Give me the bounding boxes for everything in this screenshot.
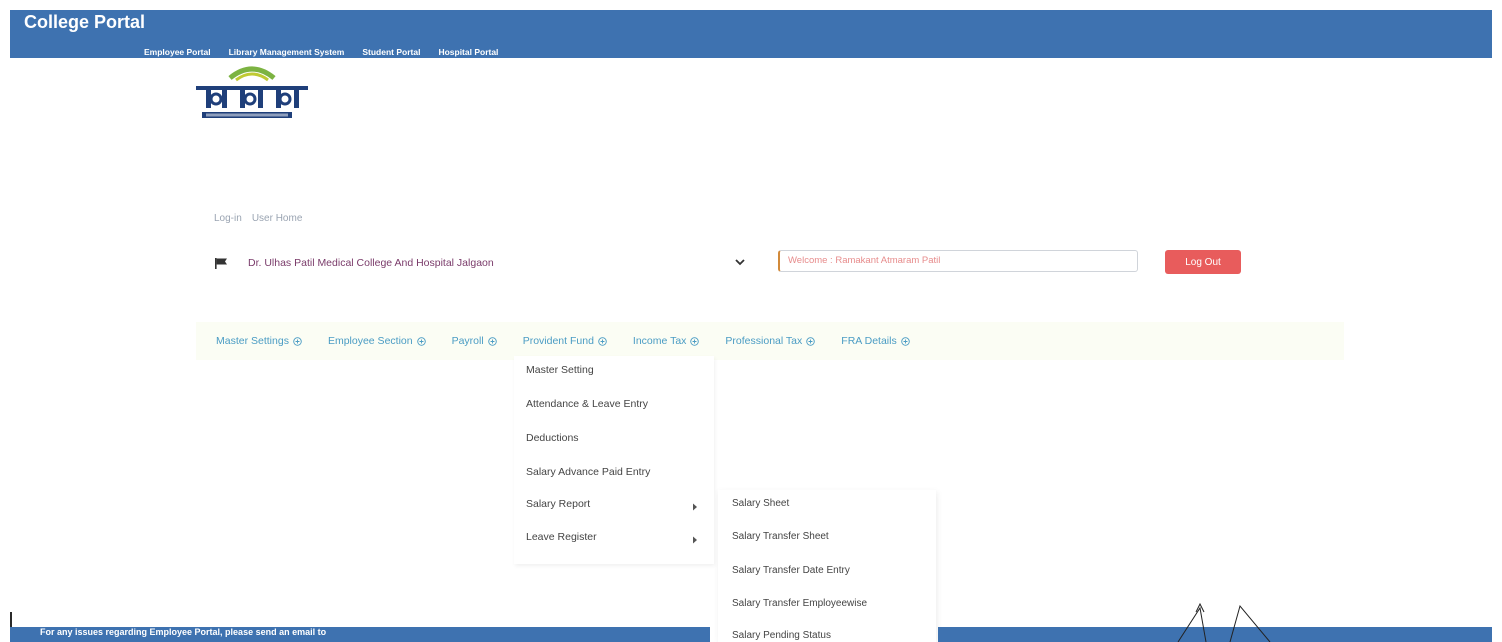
submenu-salary-pending-status[interactable]: Salary Pending Status <box>732 630 831 641</box>
menu-item-master-setting[interactable]: Master Setting <box>526 364 594 376</box>
breadcrumb-user-home[interactable]: User Home <box>252 213 303 224</box>
nav-provident-fund[interactable]: Provident Fund <box>523 335 607 347</box>
nav-label: Master Settings <box>216 335 289 347</box>
submenu-salary-transfer-sheet[interactable]: Salary Transfer Sheet <box>732 531 829 542</box>
welcome-field[interactable]: Welcome : Ramakant Atmaram Patil <box>778 250 1138 272</box>
footer-decoration <box>1177 602 1271 642</box>
menu-item-salary-report[interactable]: Salary Report <box>526 498 590 510</box>
plus-circle-icon <box>900 336 910 346</box>
app-title: College Portal <box>24 12 146 32</box>
nav-label: Income Tax <box>632 335 687 347</box>
nav-label: Provident Fund <box>522 335 594 347</box>
submenu-salary-transfer-employeewise[interactable]: Salary Transfer Employeewise <box>732 598 867 609</box>
nav-label: Payroll <box>451 335 484 347</box>
logout-button[interactable]: Log Out <box>1165 250 1241 274</box>
submenu-salary-transfer-date-entry[interactable]: Salary Transfer Date Entry <box>732 565 850 576</box>
portal-link-student[interactable]: Student Portal <box>362 47 420 57</box>
college-select-value: Dr. Ulhas Patil Medical College And Hosp… <box>248 257 494 269</box>
menu-item-deductions[interactable]: Deductions <box>526 432 579 444</box>
plus-circle-icon <box>598 336 607 346</box>
plus-circle-icon <box>487 336 497 346</box>
submenu-salary-sheet[interactable]: Salary Sheet <box>732 498 789 509</box>
nav-label: Professional Tax <box>725 335 803 347</box>
nav-master-settings[interactable]: Master Settings <box>216 335 302 347</box>
nav-payroll[interactable]: Payroll <box>452 335 497 347</box>
nav-professional-tax[interactable]: Professional Tax <box>725 335 816 347</box>
chevron-down-icon[interactable] <box>733 255 747 269</box>
menu-item-attendance-leave[interactable]: Attendance & Leave Entry <box>526 398 648 410</box>
payroll-dropdown: Master Setting Attendance & Leave Entry … <box>514 356 714 564</box>
salary-report-submenu: Salary Sheet Salary Transfer Sheet Salar… <box>718 490 936 642</box>
college-select[interactable]: Dr. Ulhas Patil Medical College And Hosp… <box>214 253 774 273</box>
nav-income-tax[interactable]: Income Tax <box>633 335 700 347</box>
portal-links: Employee Portal Library Management Syste… <box>144 47 498 57</box>
menu-item-leave-register[interactable]: Leave Register <box>526 531 597 543</box>
college-logo <box>196 66 308 118</box>
breadcrumb: Log-in User Home <box>214 213 302 224</box>
plus-circle-icon <box>293 336 302 346</box>
main-nav: Master Settings Employee Section Payroll… <box>196 322 1344 360</box>
nav-employee-section[interactable]: Employee Section <box>328 335 426 347</box>
nav-label: Employee Section <box>327 335 413 347</box>
portal-link-library[interactable]: Library Management System <box>229 47 345 57</box>
portal-link-employee[interactable]: Employee Portal <box>144 47 211 57</box>
plus-circle-icon <box>806 336 816 346</box>
breadcrumb-login[interactable]: Log-in <box>214 213 242 224</box>
menu-item-salary-advance[interactable]: Salary Advance Paid Entry <box>526 466 650 478</box>
caret-right-icon <box>693 536 697 544</box>
footer-note: For any issues regarding Employee Portal… <box>40 627 327 637</box>
caret-right-icon <box>693 503 697 511</box>
plus-circle-icon <box>416 336 426 346</box>
flag-icon <box>215 258 227 269</box>
top-header: College Portal Employee Portal Library M… <box>10 10 1492 58</box>
nav-label: FRA Details <box>841 335 897 347</box>
plus-circle-icon <box>690 336 700 346</box>
page: College Portal Employee Portal Library M… <box>0 0 1502 642</box>
portal-link-hospital[interactable]: Hospital Portal <box>438 47 498 57</box>
footer-bar: For any issues regarding Employee Portal… <box>10 627 710 642</box>
nav-fra-details[interactable]: FRA Details <box>841 335 910 347</box>
